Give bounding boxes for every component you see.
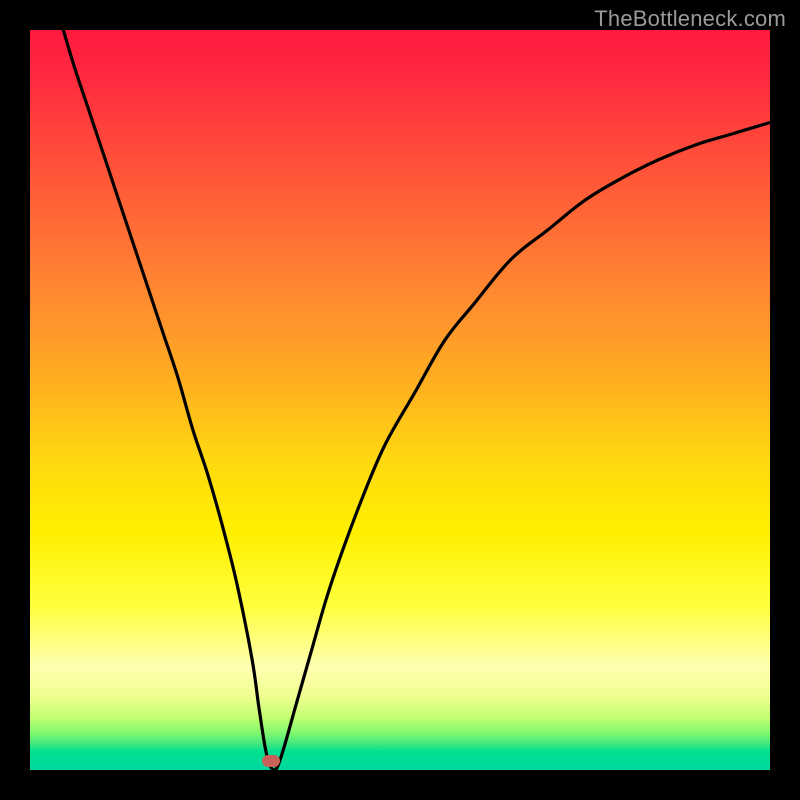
watermark-text: TheBottleneck.com: [594, 6, 786, 32]
chart-frame: TheBottleneck.com: [0, 0, 800, 800]
plot-area: [30, 30, 770, 770]
optimum-marker: [262, 755, 280, 767]
bottleneck-curve: [30, 30, 770, 770]
